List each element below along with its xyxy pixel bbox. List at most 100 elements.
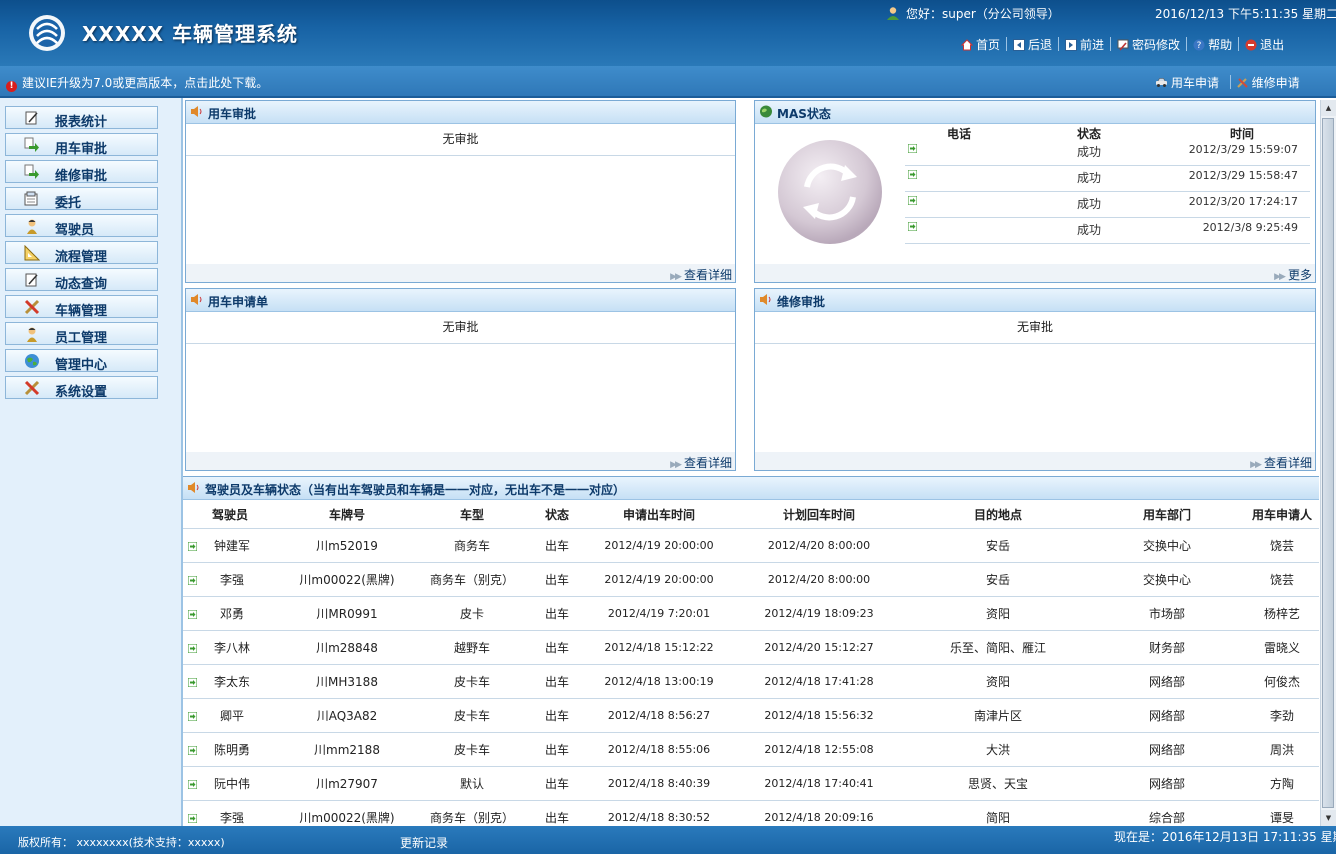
table-cell: 陈明勇 [183, 732, 277, 767]
table-cell: 2012/4/19 7:20:01 [587, 596, 731, 631]
sidebar-item-process[interactable]: 流程管理 [5, 241, 158, 265]
sidebar-item-label: 管理中心 [55, 358, 108, 373]
table-cell: 安岳 [907, 528, 1089, 563]
nav-forward-button[interactable]: 前进 [1060, 36, 1109, 53]
green-arrow-icon [188, 644, 197, 653]
table-cell: 李太东 [183, 664, 277, 699]
table-cell: 2012/4/18 13:00:19 [587, 664, 731, 699]
approve-arrow-icon [24, 137, 39, 152]
sidebar-item-label: 车辆管理 [55, 304, 108, 319]
table-cell: 2012/4/18 20:09:16 [731, 800, 907, 827]
nav-back-button[interactable]: 后退 [1008, 36, 1057, 53]
panel-header: 维修审批 [755, 289, 1315, 312]
vertical-scrollbar[interactable]: ▲ ▼ [1320, 100, 1336, 826]
double-arrow-icon: ▶▶ [1274, 272, 1286, 282]
table-cell: 2012/4/19 20:00:00 [587, 562, 731, 597]
repair-request-link[interactable]: 维修申请 [1236, 74, 1300, 91]
panel-footer: ▶▶ 更多 [755, 264, 1315, 282]
nav-help-button[interactable]: ? 帮助 [1188, 36, 1237, 53]
driver-name: 阮中伟 [213, 777, 250, 791]
user-icon [887, 7, 899, 20]
double-arrow-icon: ▶▶ [670, 460, 682, 470]
table-row[interactable]: 陈明勇 川mm2188 皮卡车 出车 2012/4/18 8:55:06 2012/4/1… [183, 732, 1319, 767]
changelog-link[interactable]: 更新记录 [400, 834, 448, 851]
sidebar: 报表统计 用车审批 维修审批 委托 驾驶员 流程管理 动态查询 车辆管理 员工管… [0, 98, 183, 826]
view-details-label: 查看详细 [683, 268, 732, 282]
table-cell: 李强 [183, 562, 277, 597]
column-header: 用车部门 [1089, 500, 1245, 529]
sidebar-item-settings[interactable]: 系统设置 [5, 376, 158, 400]
table-cell: 2012/4/18 15:56:32 [731, 698, 907, 733]
sidebar-item-repair-approval[interactable]: 维修审批 [5, 160, 158, 184]
panel-header: MAS状态 [755, 101, 1315, 124]
sidebar-item-drivers[interactable]: 驾驶员 [5, 214, 158, 238]
car-request-link[interactable]: 用车申请 [1155, 74, 1219, 91]
sidebar-item-reports[interactable]: 报表统计 [5, 106, 158, 130]
green-arrow-icon [908, 144, 917, 153]
table-row[interactable]: 李强 川m00022(黑牌) 商务车（别克） 出车 2012/4/18 8:30:52 2… [183, 800, 1319, 827]
table-cell: 卿平 [183, 698, 277, 733]
sidebar-item-delegate[interactable]: 委托 [5, 187, 158, 211]
table-cell: 2012/4/19 18:09:23 [731, 596, 907, 631]
table-row[interactable]: 李太东 川MH3188 皮卡车 出车 2012/4/18 13:00:19 2012/4/… [183, 664, 1319, 699]
table-cell: 谭旻 [1245, 800, 1319, 827]
more-link[interactable]: ▶▶ 更多 [1274, 266, 1312, 283]
mas-row: 成功 2012/3/20 17:24:17 [905, 191, 1310, 218]
sidebar-item-vehicles[interactable]: 车辆管理 [5, 295, 158, 319]
driver-name: 邓勇 [219, 607, 244, 621]
scroll-thumb[interactable] [1322, 118, 1334, 808]
green-arrow-icon [188, 780, 197, 789]
table-header-row: 驾驶员 车牌号 车型 状态 申请出车时间 计划回车时间 目的地点 用车部门 用车申请人 [183, 500, 1319, 529]
car-applications-panel: 用车申请单 无审批 ▶▶ 查看详细 [185, 288, 736, 471]
table-cell: 2012/4/18 8:56:27 [587, 698, 731, 733]
table-cell: 商务车（别克） [417, 562, 527, 597]
approve-arrow-icon [24, 164, 39, 179]
sidebar-item-staff[interactable]: 员工管理 [5, 322, 158, 346]
table-row[interactable]: 李八林 川m28848 越野车 出车 2012/4/18 15:12:22 2012/4/… [183, 630, 1319, 665]
sidebar-item-dynamic-query[interactable]: 动态查询 [5, 268, 158, 292]
warning-icon: ! [6, 81, 17, 92]
nav-logout-button[interactable]: 退出 [1240, 36, 1289, 53]
notice-text: 建议IE升级为7.0或更高版本，点击此处下载。 [22, 76, 269, 90]
panel-header: 用车审批 [186, 101, 735, 124]
nav-password-button[interactable]: 密码修改 [1112, 36, 1185, 53]
person-icon [27, 219, 37, 234]
table-cell: 简阳 [907, 800, 1089, 827]
table-cell: 皮卡 [417, 596, 527, 631]
panel-header: 驾驶员及车辆状态（当有出车驾驶员和车辆是一一对应，无出车不是一一对应） [183, 477, 1319, 500]
table-row[interactable]: 李强 川m00022(黑牌) 商务车（别克） 出车 2012/4/19 20:00:00… [183, 562, 1319, 597]
table-cell: 出车 [527, 698, 587, 733]
nav-home-label: 首页 [976, 38, 1001, 52]
table-cell: 川mm2188 [277, 732, 417, 767]
nav-home-button[interactable]: 首页 [956, 36, 1005, 53]
scroll-up-button[interactable]: ▲ [1321, 100, 1336, 116]
sidebar-item-label: 流程管理 [55, 250, 108, 265]
table-cell: 2012/4/18 8:40:39 [587, 766, 731, 801]
table-row[interactable]: 卿平 川AQ3A82 皮卡车 出车 2012/4/18 8:56:27 2012/4/18… [183, 698, 1319, 733]
table-cell: 杨梓艺 [1245, 596, 1319, 631]
table-cell: 网络部 [1089, 766, 1245, 801]
password-icon [1117, 39, 1129, 51]
sidebar-item-car-approval[interactable]: 用车审批 [5, 133, 158, 157]
table-row[interactable]: 阮中伟 川m27907 默认 出车 2012/4/18 8:40:39 2012/4/18… [183, 766, 1319, 801]
column-header: 申请出车时间 [587, 500, 731, 529]
nav-divider [1110, 37, 1112, 51]
table-row[interactable]: 钟建军 川m52019 商务车 出车 2012/4/19 20:00:00 2012/4/… [183, 528, 1319, 563]
car-approval-panel: 用车审批 无审批 ▶▶ 查看详细 [185, 100, 736, 283]
view-details-link[interactable]: ▶▶ 查看详细 [670, 266, 732, 283]
green-arrow-icon [188, 542, 197, 551]
scroll-down-button[interactable]: ▼ [1321, 810, 1336, 826]
sidebar-item-admin-center[interactable]: 管理中心 [5, 349, 158, 373]
sidebar-item-label: 员工管理 [55, 331, 108, 346]
view-details-link[interactable]: ▶▶ 查看详细 [1250, 454, 1312, 471]
app-title: XXXXX 车辆管理系统 [82, 22, 299, 46]
table-row[interactable]: 邓勇 川MR0991 皮卡 出车 2012/4/19 7:20:01 2012/4/19 … [183, 596, 1319, 631]
ie-upgrade-notice[interactable]: ! 建议IE升级为7.0或更高版本，点击此处下载。 [6, 74, 268, 92]
view-details-link[interactable]: ▶▶ 查看详细 [670, 454, 732, 471]
table-cell: 2012/4/20 8:00:00 [731, 562, 907, 597]
table-cell: 大洪 [907, 732, 1089, 767]
table-cell: 出车 [527, 630, 587, 665]
sidebar-item-label: 报表统计 [55, 115, 108, 130]
sidebar-item-label: 维修审批 [55, 169, 108, 184]
table-cell: 饶芸 [1245, 528, 1319, 563]
